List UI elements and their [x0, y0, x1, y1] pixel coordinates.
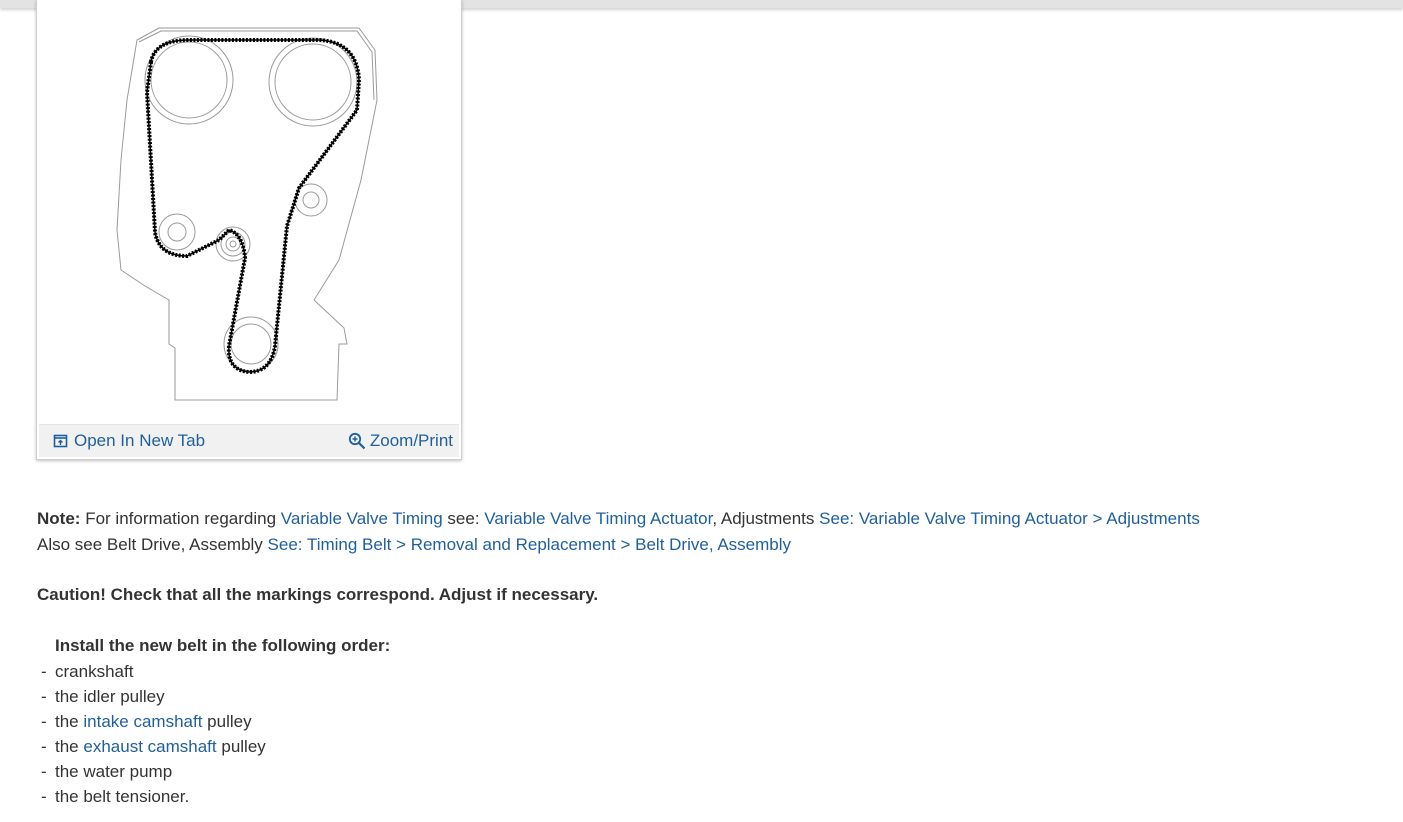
- also-see-text: Also see Belt Drive, Assembly: [37, 535, 263, 554]
- variable-valve-timing-link[interactable]: Variable Valve Timing: [281, 509, 443, 528]
- caution-text: Caution! Check that all the markings cor…: [37, 585, 599, 604]
- list-item-text: the intake camshaft pulley: [55, 711, 252, 733]
- list-item-pre: the: [55, 712, 79, 731]
- note-paragraph: Note: For information regarding Variable…: [37, 508, 1200, 530]
- intake-camshaft-link[interactable]: intake camshaft: [83, 712, 202, 731]
- open-in-new-tab-label: Open In New Tab: [74, 431, 206, 450]
- note-label: Note:: [37, 509, 81, 528]
- zoom-print-link[interactable]: Zoom/Print: [348, 425, 453, 457]
- list-item-text: the water pump: [55, 762, 173, 781]
- zoom-print-label: Zoom/Print: [369, 431, 453, 450]
- also-see-paragraph: Also see Belt Drive, Assembly See: Timin…: [37, 534, 791, 556]
- actuator-adjustments-link[interactable]: See: Variable Valve Timing Actuator > Ad…: [819, 509, 1200, 528]
- list-dash: -: [41, 687, 47, 706]
- list-item-text: crankshaft: [55, 662, 134, 681]
- note-text-3: , Adjustments: [712, 509, 815, 528]
- list-item-post: pulley: [207, 712, 252, 731]
- timing-belt-diagram: [116, 27, 378, 401]
- list-item-text: the exhaust camshaft pulley: [55, 736, 266, 758]
- list-dash: -: [41, 762, 47, 781]
- list-dash: -: [41, 712, 47, 731]
- list-dash: -: [41, 737, 47, 756]
- belt-drive-assembly-link[interactable]: See: Timing Belt > Removal and Replaceme…: [268, 535, 791, 554]
- list-dash: -: [41, 787, 47, 806]
- figure-footer: Open In New Tab Zoom/Print: [39, 424, 459, 457]
- zoom-in-icon: [348, 432, 366, 450]
- list-item-text: the idler pulley: [55, 687, 165, 706]
- open-in-new-tab-link[interactable]: Open In New Tab: [52, 425, 205, 457]
- figure-card: Open In New Tab Zoom/Print: [36, 0, 462, 460]
- list-item-post: pulley: [221, 737, 266, 756]
- list-item-text: the belt tensioner.: [55, 787, 190, 806]
- list-item-pre: the: [55, 737, 79, 756]
- variable-valve-timing-actuator-link[interactable]: Variable Valve Timing Actuator: [484, 509, 712, 528]
- open-in-new-tab-icon: [52, 432, 70, 450]
- exhaust-camshaft-link[interactable]: exhaust camshaft: [83, 737, 216, 756]
- list-dash: -: [41, 662, 47, 681]
- note-text-1: For information regarding: [85, 509, 277, 528]
- install-heading: Install the new belt in the following or…: [55, 636, 391, 655]
- note-text-2: see:: [447, 509, 480, 528]
